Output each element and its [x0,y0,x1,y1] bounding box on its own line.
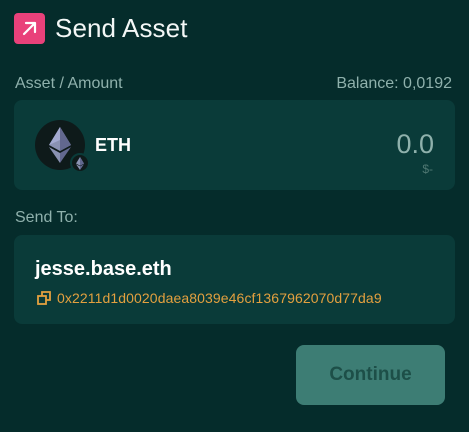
copy-icon[interactable] [37,291,51,305]
arrow-up-right-icon [14,13,45,44]
ethereum-network-icon [70,153,90,173]
send-asset-panel: Send Asset Asset / Amount Balance: 0,019… [0,0,469,432]
continue-button[interactable]: Continue [296,345,445,405]
fiat-value: $- [422,162,433,176]
recipient-address: 0x2211d1d0020daea8039e46cf1367962070d77d… [57,290,382,306]
token-symbol[interactable]: ETH [95,135,131,156]
recipient-address-row[interactable]: 0x2211d1d0020daea8039e46cf1367962070d77d… [37,290,382,306]
asset-amount-card[interactable]: ETH 0.0 $- [14,100,455,190]
amount-input[interactable]: 0.0 [396,129,434,160]
asset-amount-label: Asset / Amount [15,75,123,92]
send-to-label: Send To: [15,209,78,226]
balance-text[interactable]: Balance: 0,0192 [336,75,452,93]
page-title: Send Asset [55,13,188,43]
header: Send Asset [14,13,188,44]
recipient-name: jesse.base.eth [35,258,172,280]
recipient-card[interactable]: jesse.base.eth 0x2211d1d0020daea8039e46c… [14,235,455,324]
